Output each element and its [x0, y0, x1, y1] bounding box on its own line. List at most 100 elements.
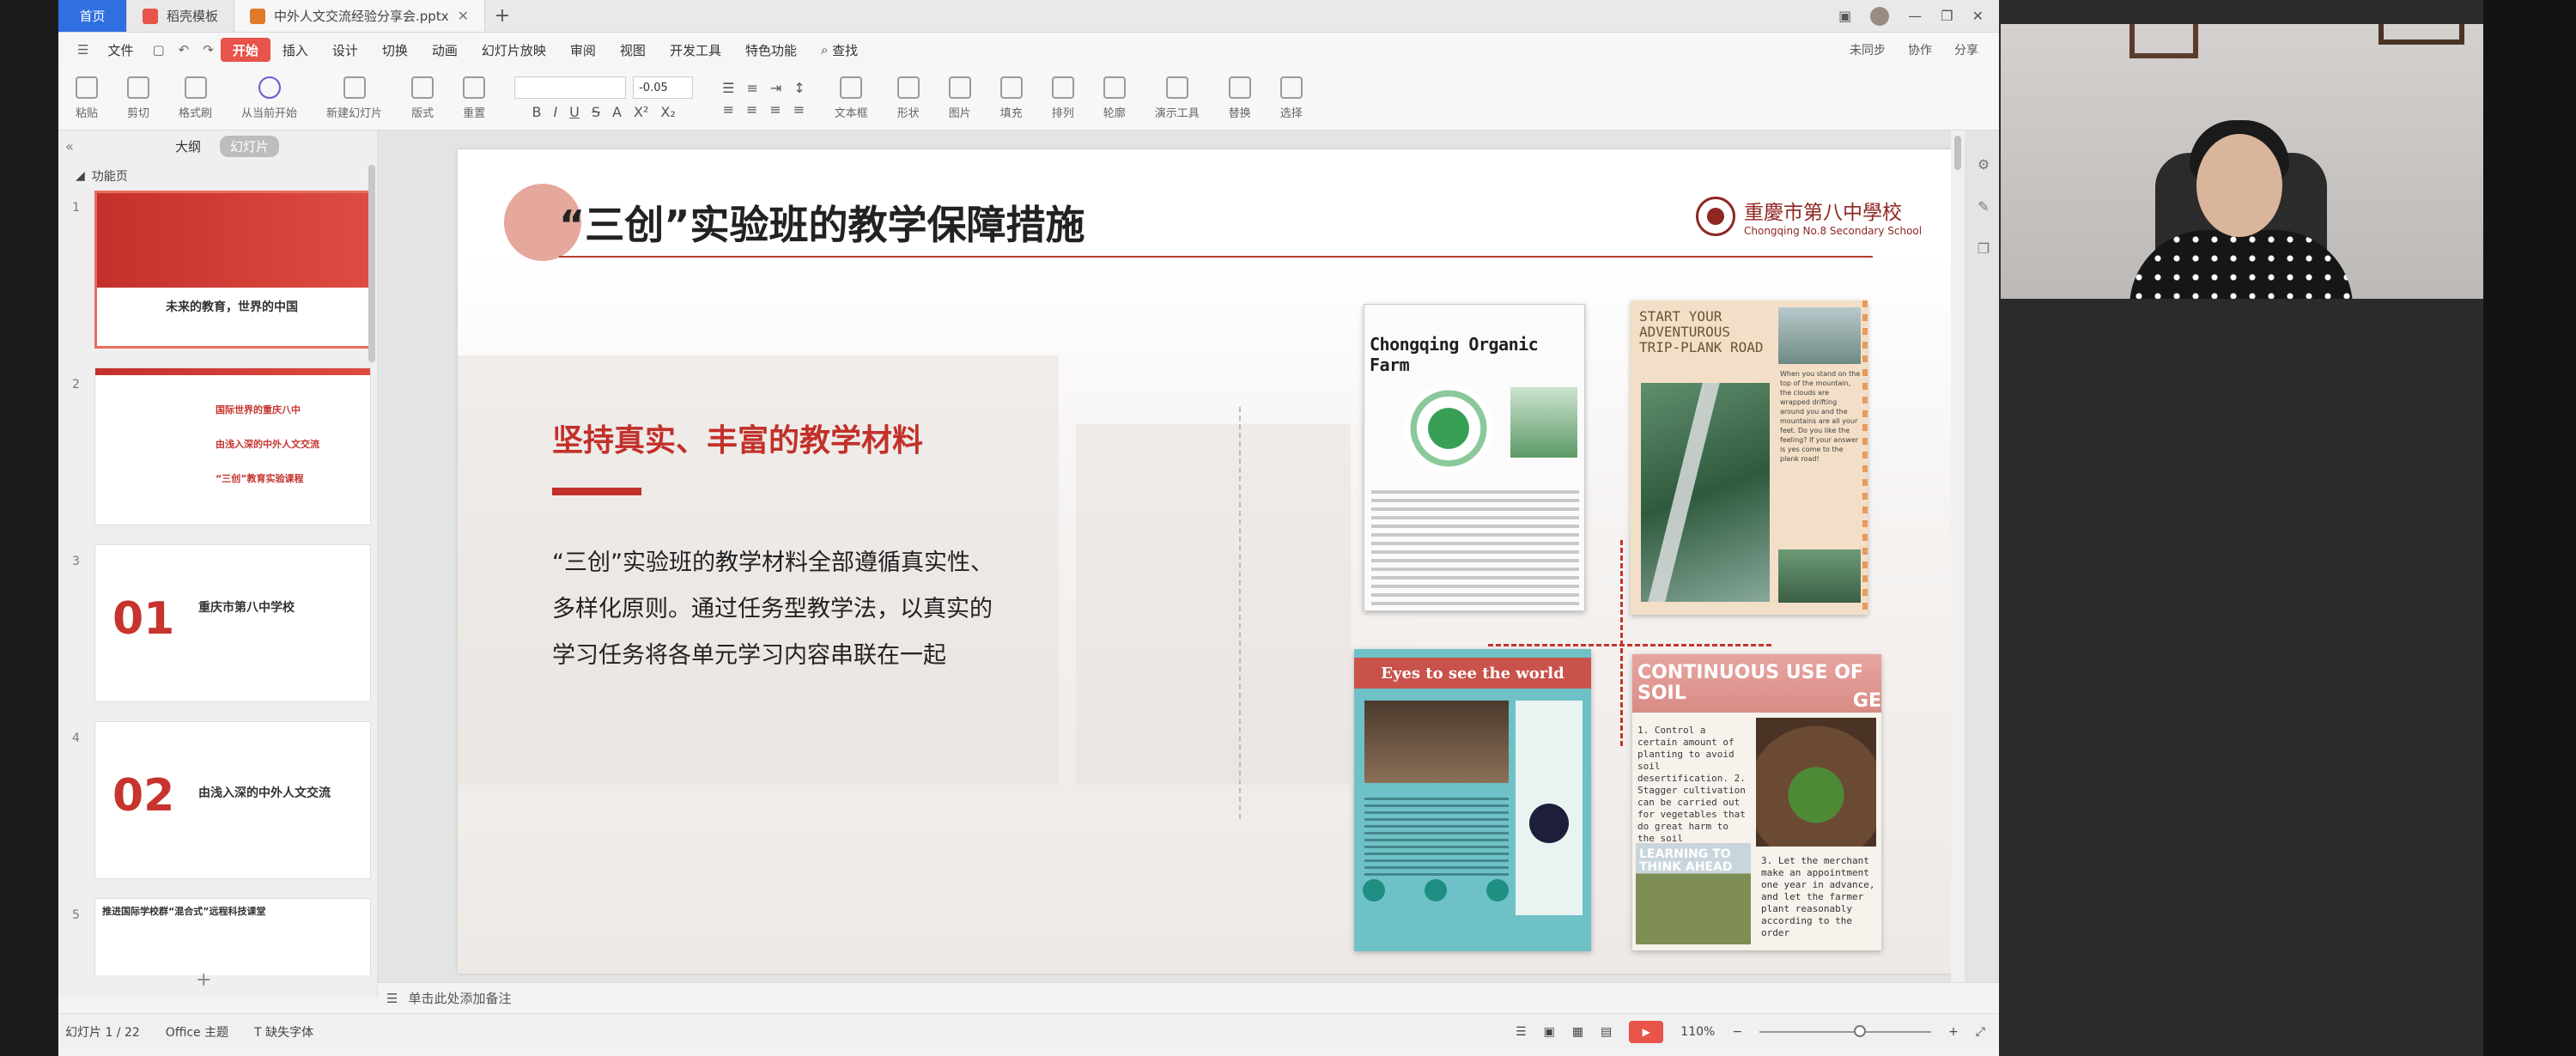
strikethrough-button[interactable]: S: [592, 104, 600, 120]
textbox-button[interactable]: 文本框: [835, 76, 868, 120]
zoom-out-icon[interactable]: −: [1732, 1025, 1742, 1039]
reset-button[interactable]: 重置: [463, 76, 485, 120]
paste-button[interactable]: 粘贴: [76, 76, 98, 120]
canvas-scrollbar[interactable]: [1951, 130, 1965, 998]
justify-icon[interactable]: ≡: [793, 101, 805, 118]
shape-button[interactable]: 形状: [896, 76, 920, 120]
menu-slideshow[interactable]: 幻灯片放映: [470, 38, 558, 62]
poster-continuous-soil[interactable]: CONTINUOUS USE OF SOIL GE 1. Control a c…: [1632, 654, 1881, 950]
bold-button[interactable]: B: [532, 104, 541, 120]
superscript-button[interactable]: X²: [634, 104, 648, 120]
search-command[interactable]: ⌕ 查找: [809, 38, 870, 62]
panel-scrollbar[interactable]: [368, 165, 375, 362]
slide-title[interactable]: “三创”实验班的教学保障措施: [559, 194, 1084, 251]
numbering-icon[interactable]: ≡: [746, 80, 757, 96]
poster-organic-farm[interactable]: Chongqing Organic Farm: [1364, 304, 1585, 611]
normal-view-icon[interactable]: ▣: [1544, 1025, 1555, 1039]
notes-toggle-icon[interactable]: ☰: [1516, 1025, 1527, 1039]
slide-thumbnail[interactable]: 国际世界的重庆八中 由浅入深的中外人文交流 “三创”教育实验课程: [94, 367, 371, 525]
cut-button[interactable]: 剪切: [127, 76, 149, 120]
slide-thumbnail[interactable]: 未来的教育，世界的中国: [94, 191, 371, 349]
outline-button[interactable]: 轮廓: [1103, 76, 1126, 120]
tab-document[interactable]: 中外人文交流经验分享会.pptx ✕: [234, 0, 485, 32]
menu-design[interactable]: 设计: [320, 38, 370, 62]
close-tab-icon[interactable]: ✕: [458, 8, 469, 24]
menu-file[interactable]: 文件: [95, 38, 145, 62]
replace-button[interactable]: 替换: [1228, 76, 1251, 120]
user-avatar[interactable]: [1870, 6, 1890, 26]
minimize-icon[interactable]: —: [1908, 8, 1922, 24]
pen-icon[interactable]: ✎: [1978, 198, 1989, 215]
poster-eyes-to-see-world[interactable]: Eyes to see the world: [1354, 649, 1591, 951]
subheading[interactable]: 坚持真实、丰富的教学材料: [552, 416, 923, 460]
underline-button[interactable]: U: [569, 104, 580, 120]
tab-docer-templates[interactable]: 稻壳模板: [127, 0, 235, 32]
slideshow-play-button[interactable]: ▶: [1629, 1020, 1664, 1043]
menu-insert[interactable]: 插入: [270, 38, 320, 62]
menu-transition[interactable]: 切换: [370, 38, 420, 62]
indent-icon[interactable]: ⇥: [770, 80, 781, 96]
add-slide-icon[interactable]: +: [196, 969, 211, 991]
align-left-icon[interactable]: ≡: [723, 101, 734, 118]
fill-button[interactable]: 填充: [999, 76, 1023, 120]
slide-thumb-row[interactable]: 1 未来的教育，世界的中国: [58, 191, 377, 367]
new-slide-button[interactable]: 新建幻灯片: [326, 76, 382, 120]
sorter-view-icon[interactable]: ▦: [1572, 1025, 1583, 1039]
share-button[interactable]: 分享: [1954, 41, 1978, 58]
poster-plank-road[interactable]: START YOUR ADVENTUROUS TRIP-PLANK ROAD W…: [1631, 300, 1868, 615]
slide-thumbnail[interactable]: 01 重庆市第八中学校: [94, 544, 371, 702]
image-button[interactable]: 图片: [948, 76, 971, 120]
copy-icon[interactable]: ❐: [1978, 240, 1990, 257]
section-header[interactable]: ◢ 功能页: [58, 161, 377, 191]
slide-thumbnail[interactable]: 02 由浅入深的中外人文交流: [94, 721, 371, 879]
tab-outline[interactable]: 大纲: [175, 137, 201, 155]
hamburger-icon[interactable]: ☰: [70, 42, 95, 58]
close-window-icon[interactable]: ✕: [1972, 8, 1984, 24]
play-from-current-button[interactable]: 从当前开始: [241, 76, 297, 120]
layout-icon[interactable]: ▣: [1838, 8, 1851, 24]
align-center-icon[interactable]: ≡: [746, 101, 757, 118]
select-button[interactable]: 选择: [1279, 76, 1303, 120]
layout-button[interactable]: 版式: [411, 76, 434, 120]
collapse-panel-icon[interactable]: «: [65, 138, 74, 155]
undo-icon[interactable]: ↶: [172, 42, 197, 58]
menu-view[interactable]: 视图: [608, 38, 658, 62]
tab-slides[interactable]: 幻灯片: [220, 135, 280, 157]
reading-view-icon[interactable]: ▤: [1601, 1025, 1612, 1039]
settings-icon[interactable]: ⚙: [1978, 156, 1990, 173]
theme-name[interactable]: Office 主题: [166, 1023, 228, 1041]
menu-developer[interactable]: 开发工具: [658, 38, 733, 62]
slide-thumb-row[interactable]: 3 01 重庆市第八中学校: [58, 544, 377, 721]
collaborate-button[interactable]: 协作: [1908, 41, 1932, 58]
tab-home[interactable]: 首页: [58, 0, 127, 32]
font-size-input[interactable]: -0.05: [633, 76, 694, 99]
format-painter-button[interactable]: 格式刷: [179, 76, 212, 120]
missing-font-button[interactable]: T 缺失字体: [254, 1023, 313, 1041]
sync-status[interactable]: 未同步: [1850, 41, 1886, 58]
new-tab-button[interactable]: +: [485, 0, 519, 32]
notes-bar[interactable]: ☰ 单击此处添加备注: [378, 982, 1999, 1013]
bullets-icon[interactable]: ☰: [722, 80, 734, 96]
menu-review[interactable]: 审阅: [558, 38, 608, 62]
line-spacing-icon[interactable]: ↕: [793, 80, 805, 96]
redo-icon[interactable]: ↷: [196, 42, 221, 58]
font-family-select[interactable]: [514, 76, 627, 99]
arrange-button[interactable]: 排列: [1051, 76, 1074, 120]
italic-button[interactable]: I: [553, 104, 557, 120]
align-right-icon[interactable]: ≡: [769, 101, 781, 118]
save-icon[interactable]: ▢: [145, 42, 171, 58]
fit-window-icon[interactable]: ⤢: [1976, 1025, 1985, 1039]
zoom-slider[interactable]: [1759, 1024, 1932, 1037]
slide-thumb-row[interactable]: 4 02 由浅入深的中外人文交流: [58, 721, 377, 898]
font-color-button[interactable]: A: [612, 104, 622, 120]
zoom-level[interactable]: 110%: [1680, 1025, 1715, 1039]
zoom-in-icon[interactable]: +: [1948, 1025, 1959, 1039]
current-slide[interactable]: “三创”实验班的教学保障措施 重慶市第八中學校 Chongqing No.8 S…: [458, 149, 1963, 974]
menu-features[interactable]: 特色功能: [733, 38, 809, 62]
menu-animation[interactable]: 动画: [420, 38, 470, 62]
slide-thumb-row[interactable]: 5 推进国际学校群“混合式”远程科技课堂: [58, 898, 377, 975]
body-text[interactable]: “三创”实验班的教学材料全部遵循真实性、多样化原则。通过任务型教学法，以真实的学…: [552, 540, 999, 679]
menu-start[interactable]: 开始: [220, 38, 270, 62]
slide-thumbnail[interactable]: 推进国际学校群“混合式”远程科技课堂: [94, 898, 371, 975]
restore-icon[interactable]: ❐: [1941, 8, 1953, 24]
